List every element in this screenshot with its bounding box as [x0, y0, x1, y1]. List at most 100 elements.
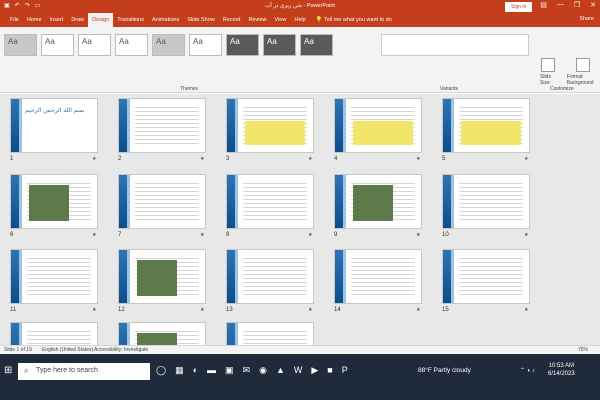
slide-accent — [235, 250, 238, 303]
task-view-icon[interactable]: ◯ — [156, 365, 166, 376]
tell-me-search[interactable]: 💡 Tell me what you want to do — [316, 17, 392, 23]
ribbon-options-icon[interactable]: ▤ — [540, 1, 547, 9]
slide-text — [135, 183, 199, 222]
title-bar: ▣ ↶ ↷ ▭ شن ریزی در آب - PowerPoint Sign … — [0, 0, 600, 13]
slide-text — [243, 258, 307, 297]
accessibility-status[interactable]: Accessibility: Investigate — [94, 347, 148, 353]
slide-thumbnail[interactable] — [10, 249, 98, 304]
tab-record[interactable]: Record — [219, 13, 245, 27]
mail-icon[interactable]: ✉ — [243, 365, 251, 376]
sign-in-button[interactable]: Sign in — [505, 2, 533, 12]
windows-start-icon[interactable]: ⊞ — [4, 365, 12, 376]
theme-thumb[interactable]: Aa — [189, 34, 222, 56]
app-icon[interactable]: ■ — [327, 365, 332, 376]
slide-thumbnail[interactable] — [118, 322, 206, 345]
format-background-icon — [576, 58, 591, 72]
format-background-button[interactable]: Format Background — [567, 58, 600, 86]
tab-insert[interactable]: Insert — [46, 13, 68, 27]
slide-thumbnail[interactable] — [226, 174, 314, 229]
system-tray[interactable]: ⌃ ◖ ♪ — [520, 367, 535, 374]
slide-thumbnail[interactable] — [334, 249, 422, 304]
slide-number: 9 — [334, 232, 338, 238]
slide-photo — [137, 333, 177, 345]
tab-home[interactable]: Home — [23, 13, 46, 27]
language-status[interactable]: English (United States) — [42, 347, 93, 353]
slide-text — [459, 183, 523, 222]
minimize-icon[interactable]: — — [557, 1, 564, 9]
customize-group-label: Customize — [550, 86, 574, 92]
zoom-level[interactable]: 75% — [578, 347, 588, 353]
slide-number: 4 — [334, 156, 338, 162]
variants-gallery[interactable] — [381, 34, 529, 56]
slide-thumbnail[interactable] — [226, 322, 314, 345]
slide-figure — [245, 121, 305, 145]
slide-number: 6 — [10, 232, 14, 238]
word-icon[interactable]: W — [294, 365, 303, 376]
slide-accent — [127, 323, 130, 345]
widgets-icon[interactable]: ▦ — [175, 365, 184, 376]
slide-thumbnail[interactable]: بسم الله الرحمن الرحیم — [10, 98, 98, 153]
slide-thumbnail[interactable] — [118, 98, 206, 153]
slide-accent — [19, 250, 22, 303]
powerpoint-icon[interactable]: P — [342, 365, 348, 376]
share-button[interactable]: Share — [579, 16, 594, 22]
transition-star-icon: ★ — [416, 307, 421, 313]
slide-number: 3 — [226, 156, 230, 162]
file-explorer-icon[interactable]: ▬ — [207, 365, 216, 376]
transition-star-icon: ★ — [200, 232, 205, 238]
app-icon[interactable]: ▲ — [276, 365, 285, 376]
maximize-icon[interactable]: ❐ — [574, 1, 580, 9]
movie-icon[interactable]: ▶ — [311, 365, 318, 376]
slide-thumbnail[interactable] — [118, 249, 206, 304]
taskbar-search[interactable]: ⌕ Type here to search — [18, 363, 150, 380]
transition-star-icon: ★ — [416, 232, 421, 238]
tab-design[interactable]: Design — [88, 13, 114, 27]
close-icon[interactable]: ✕ — [590, 1, 596, 9]
slide-figure — [353, 121, 413, 145]
slide-thumbnail[interactable] — [442, 174, 530, 229]
theme-thumb[interactable]: Aa — [152, 34, 185, 56]
slide-number: 7 — [118, 232, 122, 238]
theme-thumb[interactable]: Aa — [41, 34, 74, 56]
slide-number: 2 — [118, 156, 122, 162]
slide-accent — [127, 175, 130, 228]
slide-thumbnail[interactable] — [226, 249, 314, 304]
edge-icon[interactable]: ◐ — [193, 365, 198, 376]
slide-accent — [451, 250, 454, 303]
store-icon[interactable]: ▣ — [225, 365, 234, 376]
chrome-icon[interactable]: ◉ — [259, 365, 267, 376]
slide-thumbnail[interactable] — [334, 174, 422, 229]
slide-text — [135, 107, 199, 146]
slide-thumbnail[interactable] — [10, 174, 98, 229]
slide-thumbnail[interactable] — [442, 249, 530, 304]
slide-thumbnail[interactable] — [226, 98, 314, 153]
tab-slide-show[interactable]: Slide Show — [183, 13, 219, 27]
theme-thumb[interactable]: Aa — [78, 34, 111, 56]
slide-accent — [235, 323, 238, 345]
tab-draw[interactable]: Draw — [67, 13, 88, 27]
transition-star-icon: ★ — [92, 232, 97, 238]
tab-animations[interactable]: Animations — [148, 13, 183, 27]
weather-widget[interactable]: 88°F Partly cloudy — [418, 367, 471, 374]
theme-thumb[interactable]: Aa — [115, 34, 148, 56]
slide-thumbnail[interactable] — [442, 98, 530, 153]
slide-accent — [127, 250, 130, 303]
theme-thumb[interactable]: Aa — [226, 34, 259, 56]
slide-thumbnail[interactable] — [10, 322, 98, 345]
slide-thumbnail[interactable] — [334, 98, 422, 153]
slide-size-button[interactable]: Slide Size — [540, 58, 557, 86]
tab-file[interactable]: File — [6, 13, 23, 27]
tab-help[interactable]: Help — [290, 13, 309, 27]
theme-thumb[interactable]: Aa — [263, 34, 296, 56]
slide-title: بسم الله الرحمن الرحیم — [25, 108, 85, 114]
slide-accent — [343, 99, 346, 152]
tab-review[interactable]: Review — [244, 13, 270, 27]
tab-view[interactable]: View — [271, 13, 291, 27]
slide-accent — [451, 175, 454, 228]
theme-thumb[interactable]: Aa — [300, 34, 333, 56]
slide-thumbnail[interactable] — [118, 174, 206, 229]
clock[interactable]: 10:53 AM 6/14/2023 — [548, 362, 575, 378]
theme-thumb[interactable]: Aa — [4, 34, 37, 56]
slide-count: Slide 1 of 19 — [4, 347, 32, 353]
tab-transitions[interactable]: Transitions — [113, 13, 148, 27]
